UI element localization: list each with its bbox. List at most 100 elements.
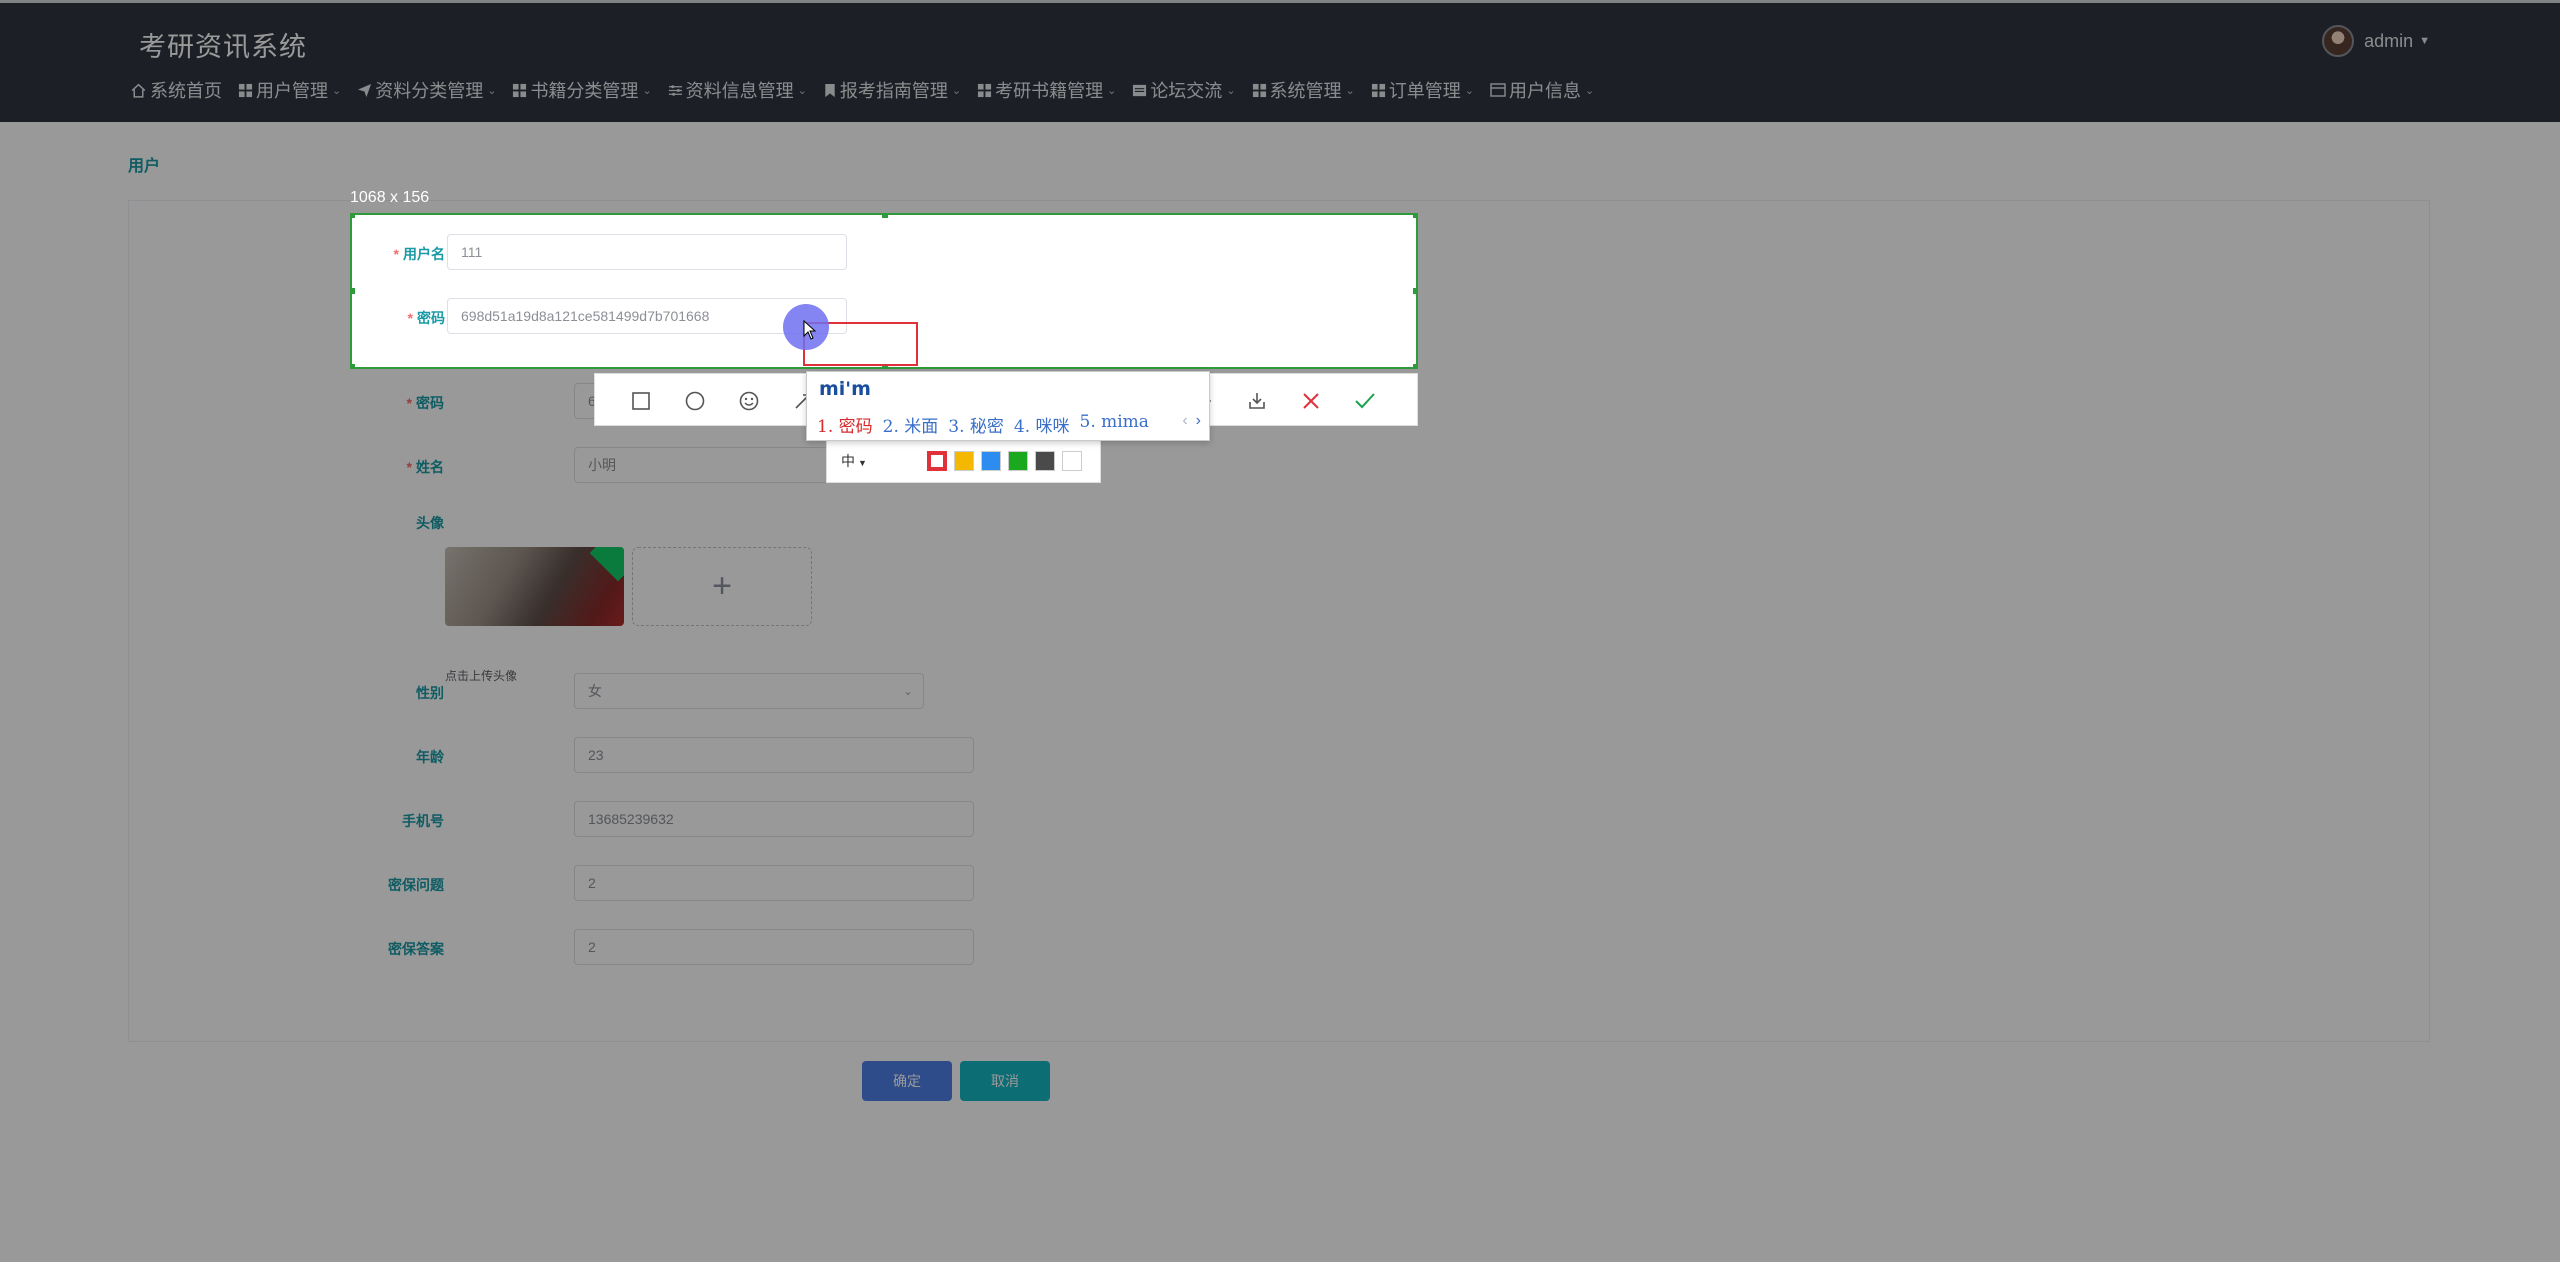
resize-handle[interactable] <box>352 288 355 294</box>
color-swatch-blue[interactable] <box>981 451 1001 471</box>
gender-select[interactable]: 女 ⌄ <box>574 673 924 709</box>
color-swatch-gray[interactable] <box>1035 451 1055 471</box>
ime-next-page-icon[interactable]: › <box>1196 412 1201 429</box>
app-title: 考研资讯系统 <box>139 32 307 62</box>
age-input[interactable]: 23 <box>574 737 974 773</box>
cancel-button[interactable]: 取消 <box>960 1061 1050 1101</box>
color-swatch-green[interactable] <box>1008 451 1028 471</box>
nav-label: 报考指南管理 <box>839 81 948 101</box>
nav-label: 资料信息管理 <box>685 81 794 101</box>
color-swatch-red[interactable] <box>927 451 947 471</box>
upload-hint: 点击上传头像 <box>445 669 518 683</box>
resize-handle[interactable] <box>882 215 888 218</box>
ime-candidate[interactable]: 3. 秘密 <box>948 412 1004 437</box>
grid-icon <box>238 83 253 97</box>
label-security-answer: 密保答案 <box>388 941 444 957</box>
chevron-down-icon: ⌄ <box>951 84 962 97</box>
chevron-down-icon: ⌄ <box>1226 84 1236 97</box>
grid-icon <box>1371 83 1385 97</box>
phone-input[interactable]: 13685239632 <box>574 801 974 837</box>
upload-success-badge <box>589 547 624 582</box>
avatar-preview-image[interactable] <box>445 547 624 626</box>
ime-candidate[interactable]: 2. 米面 <box>883 412 939 437</box>
chevron-down-icon: ⌄ <box>487 84 497 97</box>
nav-label: 用户管理 <box>256 81 328 101</box>
nav-item-system[interactable]: 系统管理 ⌄ <box>1252 77 1355 103</box>
avatar <box>2322 25 2355 57</box>
chevron-down-icon: ⌄ <box>797 84 807 97</box>
user-menu[interactable]: admin ▼ <box>2322 25 2430 57</box>
security-question-input[interactable]: 2 <box>574 865 974 901</box>
gender-value: 女 <box>588 683 602 699</box>
confirm-check-icon[interactable] <box>1351 387 1379 415</box>
plus-icon: + <box>712 567 732 605</box>
nav-item-material-info[interactable]: 资料信息管理 ⌄ <box>668 77 807 103</box>
resize-handle[interactable] <box>1413 364 1416 367</box>
color-picker-bar: 中 ▼ <box>826 438 1101 483</box>
nav-label: 系统管理 <box>1269 81 1342 101</box>
nav-label: 论坛交流 <box>1150 81 1223 101</box>
nav-label: 订单管理 <box>1388 81 1461 101</box>
color-swatch-white[interactable] <box>1062 451 1082 471</box>
nav-item-exam-guide[interactable]: 报考指南管理 ⌄ <box>823 77 961 103</box>
label-name: * 姓名 <box>406 459 444 475</box>
nav-item-material-category[interactable]: 资料分类管理 ⌄ <box>357 77 496 103</box>
user-name: admin <box>2364 30 2414 51</box>
ellipse-tool-icon[interactable] <box>681 387 709 415</box>
nav-item-forum[interactable]: 论坛交流 ⌄ <box>1132 77 1236 103</box>
nav-item-orders[interactable]: 订单管理 ⌄ <box>1371 77 1474 103</box>
ime-candidate[interactable]: 5. mima <box>1080 412 1149 437</box>
emoji-tool-icon[interactable] <box>735 387 763 415</box>
caret-down-icon: ▼ <box>2419 35 2430 47</box>
label-username-clear: * 用户名 <box>393 246 445 262</box>
nav-label: 书籍分类管理 <box>530 81 639 101</box>
chevron-down-icon: ⌄ <box>1107 84 1117 97</box>
ime-prev-page-icon[interactable]: ‹ <box>1182 412 1187 429</box>
label-password: * 密码 <box>406 395 444 411</box>
confirm-button[interactable]: 确定 <box>862 1061 952 1101</box>
nav-item-user-info[interactable]: 用户信息 ⌄ <box>1490 77 1594 103</box>
security-answer-input[interactable]: 2 <box>574 929 974 965</box>
ime-page-nav: ‹ › <box>1182 412 1201 430</box>
nav-label: 用户信息 <box>1508 81 1581 101</box>
nav-item-exam-books[interactable]: 考研书籍管理 ⌄ <box>977 77 1116 103</box>
ime-candidate[interactable]: 1. 密码 <box>817 412 873 437</box>
selection-size-label: 1068 x 156 <box>350 189 430 206</box>
size-select[interactable]: 中 ▼ <box>841 451 867 471</box>
nav-label: 系统首页 <box>150 81 222 101</box>
label-security-question: 密保问题 <box>388 877 444 893</box>
save-download-icon[interactable] <box>1243 387 1271 415</box>
ime-candidates: 1. 密码 2. 米面 3. 秘密 4. 咪咪 5. mima <box>817 412 1159 437</box>
mouse-cursor-icon <box>803 320 817 340</box>
label-age: 年龄 <box>416 749 444 765</box>
resize-handle[interactable] <box>1413 288 1416 294</box>
grid-icon <box>1252 83 1266 97</box>
username-input-clear: 111 <box>447 234 847 270</box>
chevron-down-icon: ⌄ <box>332 84 342 97</box>
board-icon <box>1133 84 1147 96</box>
nav-item-home[interactable]: 系统首页 <box>130 77 222 103</box>
rectangle-tool-icon[interactable] <box>627 387 655 415</box>
send-icon <box>358 83 372 97</box>
label-gender: 性别 <box>416 685 444 701</box>
color-swatch-yellow[interactable] <box>954 451 974 471</box>
resize-handle[interactable] <box>1413 215 1416 218</box>
card-icon <box>1490 83 1506 97</box>
nav-label: 考研书籍管理 <box>995 81 1104 101</box>
grid-icon <box>978 83 992 97</box>
breadcrumb: 用户 <box>128 158 161 175</box>
resize-handle[interactable] <box>352 364 355 367</box>
label-avatar: 头像 <box>416 515 444 531</box>
ime-candidate[interactable]: 4. 咪咪 <box>1014 412 1070 437</box>
chevron-down-icon: ⌄ <box>642 84 652 97</box>
resize-handle[interactable] <box>352 215 355 218</box>
top-header: 考研资讯系统 系统首页 用户管理 ⌄ 资料分类管理 ⌄ 书籍分类管理 ⌄ 资料信… <box>0 3 2560 122</box>
chevron-down-icon: ⌄ <box>1584 84 1595 97</box>
nav-item-user-management[interactable]: 用户管理 ⌄ <box>238 77 341 103</box>
close-icon[interactable] <box>1297 387 1325 415</box>
chevron-down-icon: ⌄ <box>1345 84 1355 97</box>
label-password-clear: * 密码 <box>407 310 445 326</box>
chevron-down-icon: ⌄ <box>1464 84 1474 97</box>
nav-item-book-category[interactable]: 书籍分类管理 ⌄ <box>512 77 652 103</box>
avatar-upload-button[interactable]: + <box>632 547 812 626</box>
